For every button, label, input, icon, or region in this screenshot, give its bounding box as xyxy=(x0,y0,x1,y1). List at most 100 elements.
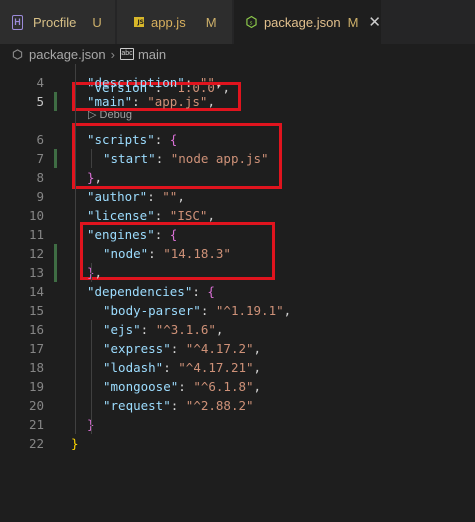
code-line-6[interactable]: 6 "scripts": { xyxy=(0,130,475,149)
code-text: "engines": { xyxy=(87,225,177,244)
code-line-21[interactable]: 21} xyxy=(0,415,475,434)
code-text: "author": "", xyxy=(87,187,185,206)
code-token: "" xyxy=(162,189,178,204)
code-token: "^4.17.2" xyxy=(185,341,254,356)
code-text: "scripts": { xyxy=(87,130,177,149)
code-token: , xyxy=(177,189,185,204)
code-token: : xyxy=(170,341,186,356)
code-line-4[interactable]: 4 "description": "", xyxy=(0,73,475,92)
code-token: { xyxy=(207,284,215,299)
code-text: "main": "app.js", xyxy=(87,92,215,111)
code-token: , xyxy=(207,208,215,223)
untracked-badge: U xyxy=(92,14,102,30)
code-token: : xyxy=(154,132,170,147)
svg-text:s: s xyxy=(250,21,253,27)
indent-guide xyxy=(75,64,76,434)
line-number: 10 xyxy=(28,208,44,223)
code-text: "dependencies": { xyxy=(87,282,215,301)
code-token: } xyxy=(71,436,79,451)
code-editor[interactable]: "version": "1.0.0", ▷ Debug 4 "descriptio… xyxy=(0,64,475,522)
line-number: 6 xyxy=(36,132,44,147)
line-number: 22 xyxy=(28,436,44,451)
code-line-13[interactable]: 13}, xyxy=(0,263,475,282)
code-line-18[interactable]: 18 "lodash": "^4.17.21", xyxy=(0,358,475,377)
code-line-22[interactable]: 22} xyxy=(0,434,475,453)
code-token: "app.js" xyxy=(147,94,208,109)
modified-gutter-marker xyxy=(54,149,57,168)
code-token: , xyxy=(253,360,262,375)
code-text: }, xyxy=(87,263,102,282)
code-text: }, xyxy=(87,168,102,187)
modified-badge: M xyxy=(205,14,217,30)
tab-label: Procfile xyxy=(33,14,77,30)
code-token: : xyxy=(140,322,156,337)
line-number: 7 xyxy=(36,151,44,166)
code-line-16[interactable]: 16 "ejs": "^3.1.6", xyxy=(0,320,475,339)
indent-guide xyxy=(91,320,92,434)
code-line-7[interactable]: 7 "start": "node app.js" xyxy=(0,149,475,168)
code-text: "license": "ISC", xyxy=(87,206,215,225)
code-token: : xyxy=(192,284,208,299)
code-token: "engines" xyxy=(87,227,155,242)
modified-gutter-marker xyxy=(54,92,57,111)
code-token: , xyxy=(94,265,103,280)
line-number: 18 xyxy=(28,360,44,375)
modified-badge: M xyxy=(347,14,359,30)
close-icon[interactable]: ✕ xyxy=(368,13,381,31)
code-token: : xyxy=(178,379,194,394)
code-token: "license" xyxy=(87,208,155,223)
tab-procfile[interactable]: H Procfile U xyxy=(0,0,115,44)
code-text: "mongoose": "^6.1.8", xyxy=(103,377,261,396)
code-line-20[interactable]: 20 "request": "^2.88.2" xyxy=(0,396,475,415)
heroku-icon: H xyxy=(12,14,23,30)
code-token: { xyxy=(169,227,178,242)
indent-guide xyxy=(91,149,92,168)
code-token: "^4.17.21" xyxy=(178,360,254,375)
code-text: "lodash": "^4.17.21", xyxy=(103,358,261,377)
code-token: "node app.js" xyxy=(170,151,269,166)
nodejs-icon: s xyxy=(246,15,257,29)
code-token: "node" xyxy=(103,246,149,261)
line-number: 9 xyxy=(36,189,44,204)
code-token: "ISC" xyxy=(169,208,208,223)
code-token: "^3.1.6" xyxy=(155,322,216,337)
code-token: "ejs" xyxy=(103,322,141,337)
tab-package-json[interactable]: s package.json M ✕ xyxy=(234,0,381,44)
line-number: 15 xyxy=(28,303,44,318)
code-line-14[interactable]: 14 "dependencies": { xyxy=(0,282,475,301)
code-line-8[interactable]: 8}, xyxy=(0,168,475,187)
code-token: : xyxy=(154,227,170,242)
code-token: : xyxy=(163,360,179,375)
code-text: "description": "", xyxy=(87,73,223,92)
code-line-19[interactable]: 19 "mongoose": "^6.1.8", xyxy=(0,377,475,396)
line-number: 19 xyxy=(28,379,44,394)
code-token: "14.18.3" xyxy=(163,246,231,261)
code-line-12[interactable]: 12 "node": "14.18.3" xyxy=(0,244,475,263)
tab-app-js[interactable]: JS app.js M xyxy=(117,0,232,44)
code-line-11[interactable]: 11 "engines": { xyxy=(0,225,475,244)
code-token: : xyxy=(148,246,164,261)
code-line-9[interactable]: 9 "author": "", xyxy=(0,187,475,206)
code-token: , xyxy=(214,75,223,90)
line-number: 14 xyxy=(28,284,44,299)
code-line-15[interactable]: 15 "body-parser": "^1.19.1", xyxy=(0,301,475,320)
editor-tab-bar: H Procfile U JS app.js M s package.json … xyxy=(0,0,475,44)
line-number: 13 xyxy=(28,265,44,280)
code-line-17[interactable]: 17 "express": "^4.17.2", xyxy=(0,339,475,358)
code-text: "express": "^4.17.2", xyxy=(103,339,261,358)
code-text: } xyxy=(71,434,79,453)
code-token: "express" xyxy=(103,341,171,356)
code-token: "^6.1.8" xyxy=(193,379,254,394)
code-text: "request": "^2.88.2" xyxy=(103,396,254,415)
code-line-5[interactable]: 5 "main": "app.js", xyxy=(0,92,475,111)
code-token: { xyxy=(169,132,178,147)
code-token: } xyxy=(87,170,95,185)
code-token: : xyxy=(154,208,170,223)
code-token: "main" xyxy=(87,94,133,109)
code-line-10[interactable]: 10 "license": "ISC", xyxy=(0,206,475,225)
javascript-icon: JS xyxy=(134,17,144,27)
code-token: : xyxy=(147,189,163,204)
code-token: : xyxy=(184,75,200,90)
line-number: 5 xyxy=(36,94,44,109)
line-number: 8 xyxy=(36,170,44,185)
